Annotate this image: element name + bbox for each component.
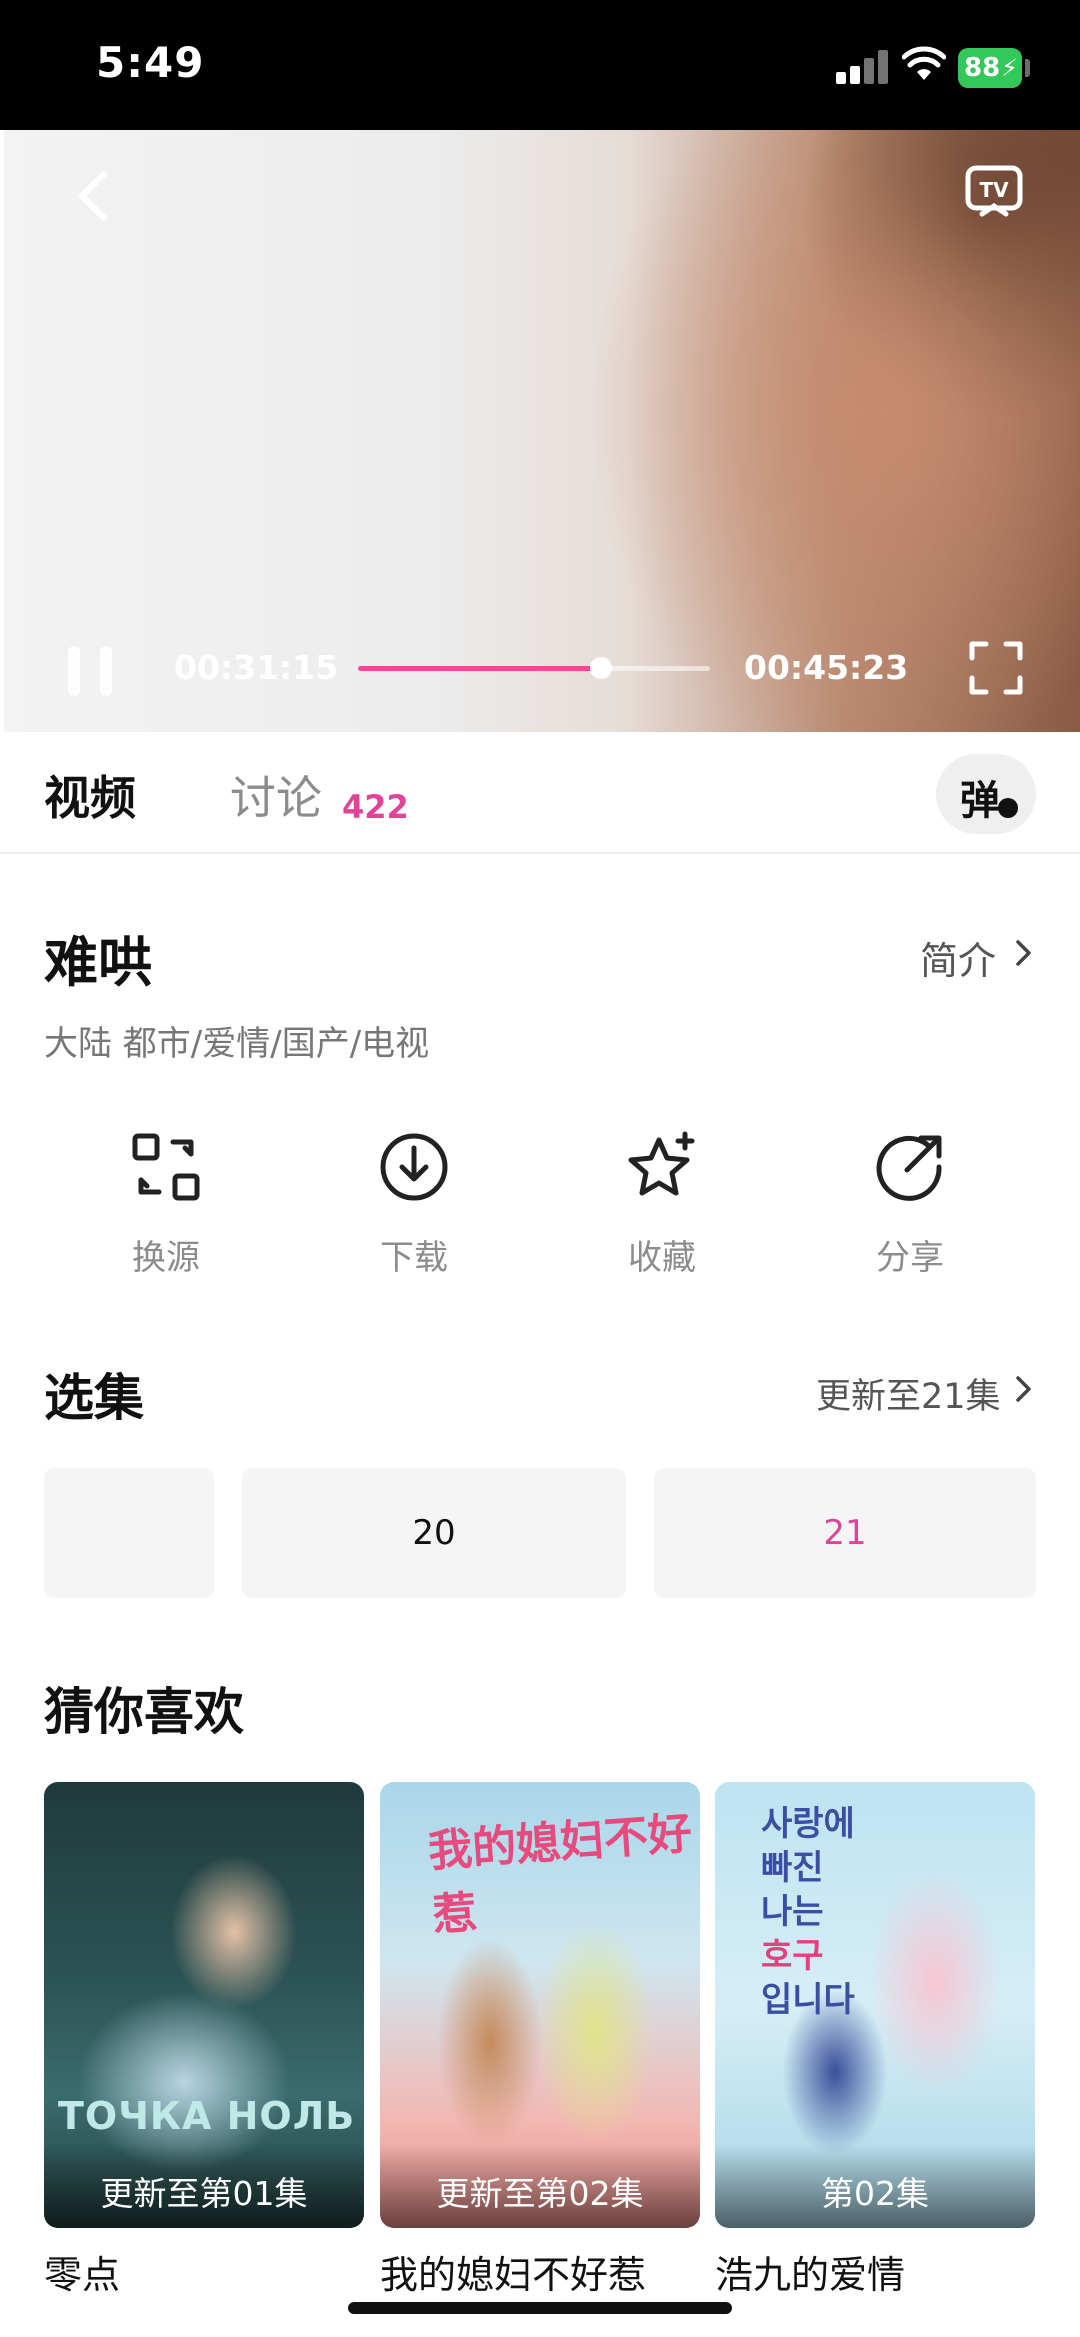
- episode-badge: 更新至第01集: [44, 2144, 364, 2228]
- recommendation-name[interactable]: 零点: [44, 2244, 120, 2299]
- tab-discussion[interactable]: 讨论: [230, 762, 322, 828]
- status-bar: 5:49 88 ⚡: [0, 0, 1080, 130]
- action-label: 换源: [132, 1238, 200, 1278]
- cellular-signal-icon: [836, 50, 888, 84]
- poster-title-text: 我的媳妇不好惹: [426, 1808, 694, 1942]
- action-label: 收藏: [628, 1238, 696, 1278]
- chevron-right-icon[interactable]: [1012, 938, 1036, 968]
- cast-tv-icon[interactable]: TV: [964, 162, 1024, 222]
- home-indicator[interactable]: [348, 2302, 732, 2314]
- charging-bolt-icon: ⚡: [1001, 54, 1018, 82]
- poster-title-text: 사랑에 빠진 나는 호구 입니다: [761, 1804, 855, 2020]
- tab-video[interactable]: 视频: [44, 762, 136, 828]
- fullscreen-icon[interactable]: [966, 638, 1026, 698]
- chevron-right-icon[interactable]: [1012, 1374, 1036, 1404]
- share-icon: [876, 1135, 942, 1201]
- poster-title-text: ТОЧКА НОЛЬ: [58, 2094, 356, 2138]
- progress-handle[interactable]: [589, 657, 612, 679]
- danmaku-label: 弹: [960, 778, 1000, 824]
- action-label: 下载: [380, 1238, 448, 1278]
- progress-fill: [358, 666, 601, 671]
- episodes-update-link[interactable]: 更新至21集: [816, 1368, 1001, 1419]
- recommendation-name[interactable]: 我的媳妇不好惹: [380, 2244, 646, 2299]
- intro-link[interactable]: 简介: [920, 930, 996, 985]
- switch-source-button[interactable]: 换源: [86, 1130, 246, 1280]
- episodes-title: 选集: [44, 1369, 144, 1427]
- tab-bar: 视频 讨论 422 弹: [0, 732, 1080, 854]
- status-time: 5:49: [96, 38, 205, 87]
- battery-cap: [1025, 59, 1030, 77]
- danmaku-edit-icon: [998, 798, 1018, 818]
- current-time: 00:31:15: [174, 648, 339, 687]
- recommendation-poster[interactable]: ТОЧКА НОЛЬ 更新至第01集: [44, 1782, 364, 2228]
- recommendation-poster[interactable]: 我的媳妇不好惹 更新至第02集: [380, 1782, 700, 2228]
- favorite-star-icon: [628, 1131, 695, 1196]
- favorite-button[interactable]: 收藏: [582, 1130, 742, 1280]
- progress-slider[interactable]: [358, 657, 710, 679]
- episode-card-active[interactable]: 21: [654, 1468, 1036, 1598]
- show-title: 难哄: [44, 931, 152, 994]
- switch-source-icon: [132, 1133, 200, 1201]
- recommendation-poster[interactable]: 사랑에 빠진 나는 호구 입니다 第02集: [715, 1782, 1035, 2228]
- episode-card[interactable]: 20: [242, 1468, 626, 1598]
- show-meta: 大陆 都市/爱情/国产/电视: [44, 1024, 430, 1064]
- danmaku-toggle-button[interactable]: 弹: [936, 754, 1036, 834]
- episode-badge: 更新至第02集: [380, 2144, 700, 2228]
- download-button[interactable]: 下载: [334, 1130, 494, 1280]
- recommendations-title: 猜你喜欢: [44, 1683, 244, 1741]
- battery-level: 88: [964, 53, 1001, 83]
- back-arrow-icon[interactable]: [68, 166, 118, 226]
- battery-indicator: 88 ⚡: [958, 48, 1022, 88]
- share-button[interactable]: 分享: [830, 1130, 990, 1280]
- download-icon: [380, 1133, 448, 1201]
- action-label: 分享: [876, 1238, 944, 1278]
- pause-icon[interactable]: [64, 642, 120, 698]
- total-time: 00:45:23: [744, 648, 909, 687]
- episode-badge: 第02集: [715, 2144, 1035, 2228]
- recommendation-name[interactable]: 浩九的爱情: [715, 2244, 905, 2299]
- wifi-icon: [902, 46, 946, 80]
- svg-text:TV: TV: [979, 178, 1009, 202]
- discussion-count-badge: 422: [342, 788, 409, 826]
- video-player[interactable]: TV 00:31:15 00:45:23: [4, 130, 1080, 732]
- episode-card[interactable]: [44, 1468, 214, 1598]
